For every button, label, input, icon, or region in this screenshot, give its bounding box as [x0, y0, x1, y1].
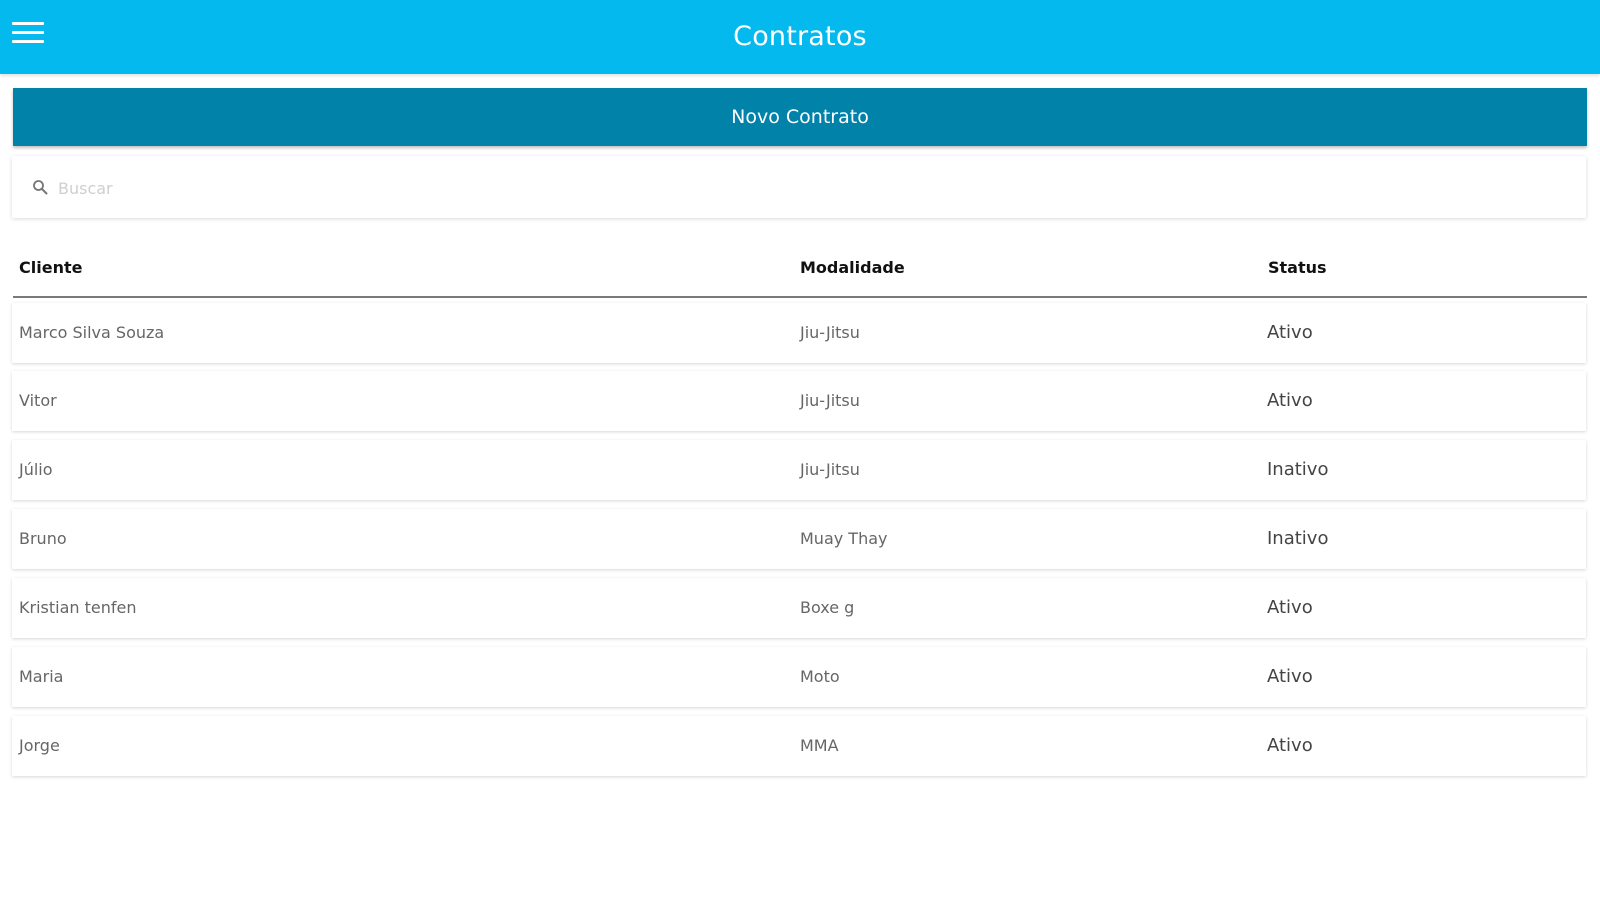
- table-row[interactable]: Maria Moto Ativo: [12, 647, 1586, 707]
- search-bar: [12, 156, 1586, 218]
- table-row[interactable]: Kristian tenfen Boxe g Ativo: [12, 578, 1586, 638]
- cell-client: Kristian tenfen: [19, 598, 137, 617]
- table-row[interactable]: Vitor Jiu-Jitsu Ativo: [12, 371, 1586, 431]
- app-bar: Contratos: [0, 0, 1600, 74]
- cell-modality: Jiu-Jitsu: [800, 323, 860, 342]
- cell-client: Maria: [19, 667, 64, 686]
- cell-client: Marco Silva Souza: [19, 323, 165, 342]
- cell-modality: Jiu-Jitsu: [800, 460, 860, 479]
- table-row[interactable]: Marco Silva Souza Jiu-Jitsu Ativo: [12, 303, 1586, 363]
- header-status[interactable]: Status: [1268, 258, 1327, 277]
- table-row[interactable]: Bruno Muay Thay Inativo: [12, 509, 1586, 569]
- header-modality[interactable]: Modalidade: [800, 258, 905, 277]
- cell-status: Inativo: [1267, 528, 1329, 549]
- cell-modality: Moto: [800, 667, 840, 686]
- cell-status: Ativo: [1267, 735, 1313, 756]
- table-row[interactable]: Jorge MMA Ativo: [12, 716, 1586, 776]
- cell-client: Vitor: [19, 391, 57, 410]
- cell-client: Jorge: [19, 736, 60, 755]
- search-input[interactable]: [56, 170, 1560, 206]
- cell-client: Júlio: [19, 460, 53, 479]
- cell-modality: Jiu-Jitsu: [800, 391, 860, 410]
- table-row[interactable]: Júlio Jiu-Jitsu Inativo: [12, 440, 1586, 500]
- cell-modality: Boxe g: [800, 598, 855, 617]
- header-client[interactable]: Cliente: [19, 258, 82, 277]
- search-icon: [33, 180, 48, 195]
- new-contract-button[interactable]: Novo Contrato: [13, 88, 1587, 146]
- cell-status: Ativo: [1267, 390, 1313, 411]
- table-header: Cliente Modalidade Status: [13, 250, 1587, 298]
- cell-status: Ativo: [1267, 597, 1313, 618]
- cell-client: Bruno: [19, 529, 67, 548]
- cell-modality: MMA: [800, 736, 839, 755]
- cell-status: Ativo: [1267, 322, 1313, 343]
- cell-status: Inativo: [1267, 459, 1329, 480]
- page-title: Contratos: [733, 21, 867, 52]
- cell-status: Ativo: [1267, 666, 1313, 687]
- cell-modality: Muay Thay: [800, 529, 888, 548]
